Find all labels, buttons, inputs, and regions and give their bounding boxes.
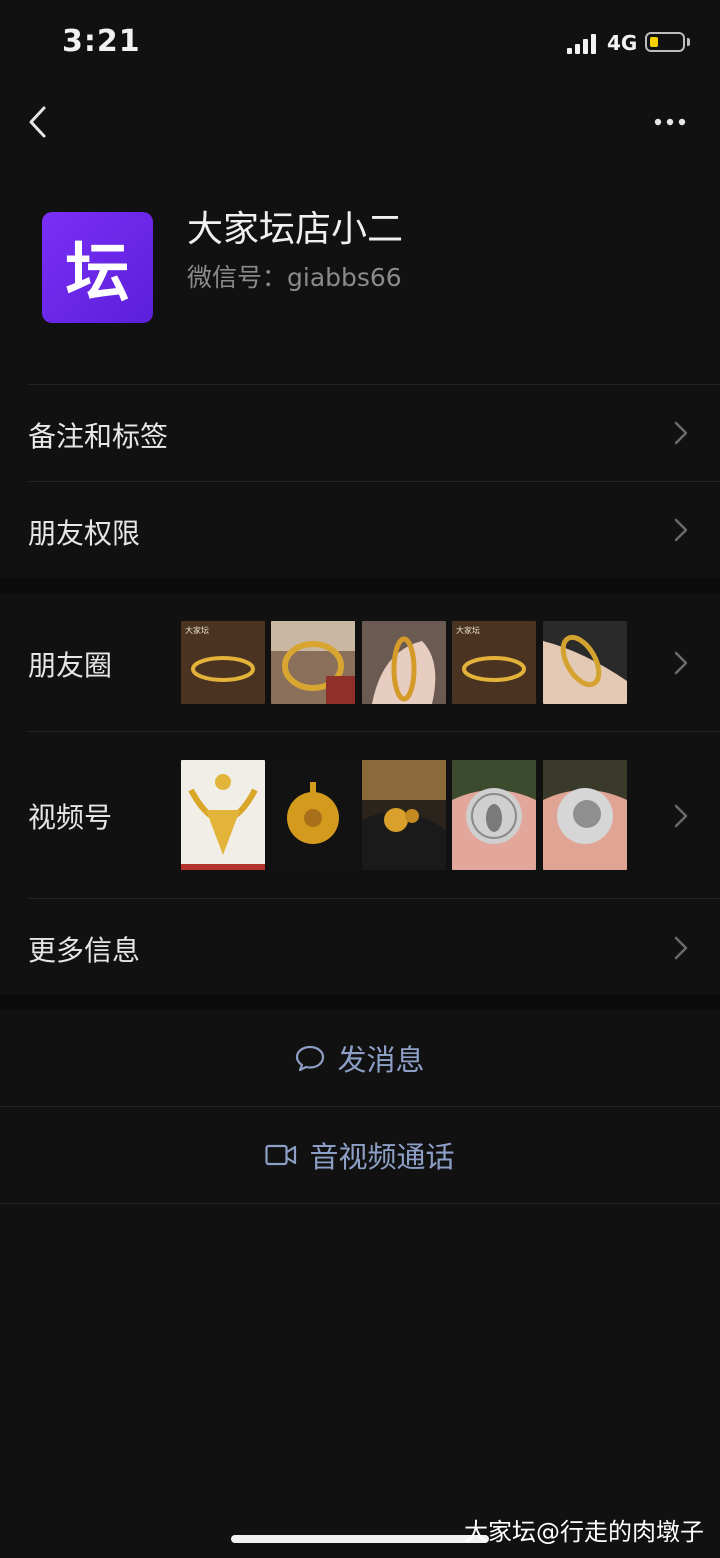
chevron-right-icon bbox=[674, 651, 688, 675]
section-gap bbox=[0, 995, 720, 1010]
video-camera-icon bbox=[265, 1144, 297, 1166]
thumb-caption: 大家坛 bbox=[456, 625, 480, 635]
back-icon[interactable] bbox=[26, 104, 62, 140]
friend-permissions-row[interactable]: 朋友权限 bbox=[0, 482, 720, 578]
notes-tags-row[interactable]: 备注和标签 bbox=[0, 385, 720, 481]
friend-permissions-label: 朋友权限 bbox=[28, 517, 141, 550]
section-gap bbox=[0, 578, 720, 594]
send-message-label: 发消息 bbox=[337, 1043, 425, 1077]
signal-icon bbox=[567, 34, 601, 54]
chevron-right-icon bbox=[674, 936, 688, 960]
more-info-row[interactable]: 更多信息 bbox=[0, 899, 720, 995]
moments-thumb-bangle-2 bbox=[271, 621, 355, 704]
send-message-button[interactable]: 发消息 bbox=[0, 1010, 720, 1106]
chat-bubble-icon bbox=[296, 1045, 325, 1072]
thumb-caption: 大家坛 bbox=[185, 625, 209, 635]
network-label: 4G bbox=[607, 31, 638, 55]
moments-thumb-bangle-on-arm bbox=[543, 621, 627, 704]
more-icon[interactable] bbox=[650, 112, 690, 132]
avatar[interactable]: 坛 bbox=[42, 212, 153, 323]
channels-thumb-gold-ring bbox=[362, 760, 446, 870]
more-info-label: 更多信息 bbox=[28, 934, 141, 967]
home-indicator[interactable] bbox=[231, 1535, 489, 1543]
moments-thumb-bangle-3: 大家坛 bbox=[452, 621, 536, 704]
status-time: 3:21 bbox=[62, 24, 141, 59]
moments-label: 朋友圈 bbox=[28, 649, 113, 682]
channels-label: 视频号 bbox=[28, 801, 113, 834]
chevron-right-icon bbox=[674, 804, 688, 828]
video-call-label: 音视频通话 bbox=[309, 1140, 455, 1174]
channels-row[interactable]: 视频号 bbox=[0, 732, 720, 898]
chevron-right-icon bbox=[674, 518, 688, 542]
channels-thumb-silver-coin-head bbox=[543, 760, 627, 870]
battery-tip bbox=[687, 38, 690, 46]
wechat-id: 微信号：giabbs66 bbox=[187, 263, 402, 292]
moments-thumb-bangle-on-wrist bbox=[362, 621, 446, 704]
video-call-button[interactable]: 音视频通话 bbox=[0, 1107, 720, 1203]
moments-row[interactable]: 朋友圈 大家坛 大家坛 bbox=[0, 594, 720, 731]
channels-thumb-gold-necklace-set bbox=[181, 760, 265, 870]
channels-thumb-gold-pendant bbox=[271, 760, 355, 870]
battery-icon bbox=[645, 32, 685, 52]
channels-thumb-silver-coin-owl bbox=[452, 760, 536, 870]
watermark: 大家坛@行走的肉墩子 bbox=[464, 1518, 704, 1546]
chevron-right-icon bbox=[674, 421, 688, 445]
moments-thumb-bangle-1: 大家坛 bbox=[181, 621, 265, 704]
notes-tags-label: 备注和标签 bbox=[28, 420, 169, 453]
contact-name: 大家坛店小二 bbox=[187, 209, 404, 250]
